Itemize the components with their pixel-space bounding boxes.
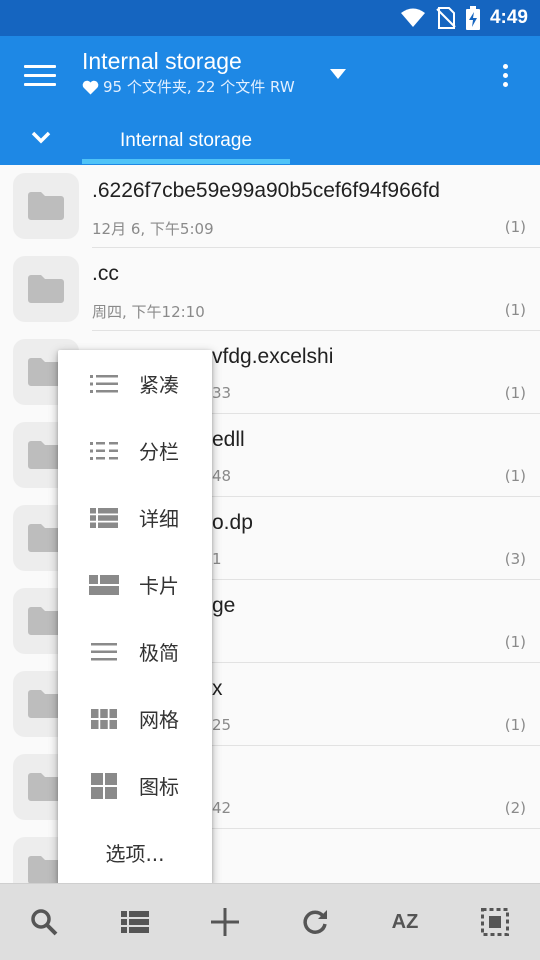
bottom-toolbar: AZ	[0, 883, 540, 960]
list-detailed-icon	[121, 911, 149, 933]
file-date: 12月 6, 下午5:09	[92, 220, 214, 238]
file-count: (1)	[504, 301, 526, 319]
file-date: 1	[212, 550, 222, 568]
page-title: Internal storage	[82, 48, 242, 74]
view-mode-button[interactable]	[113, 900, 157, 944]
file-name: vfdg.excelshi	[212, 345, 334, 368]
menu-item-grid[interactable]: 网格	[58, 685, 212, 752]
storage-summary-text: 95 个文件夹, 22 个文件 RW	[103, 78, 295, 96]
file-date: 48	[212, 467, 232, 485]
list-item[interactable]: .6226f7cbe59e99a90b5cef6f94f966fd 12月 6,…	[0, 165, 540, 248]
tab-indicator	[82, 159, 290, 164]
file-date: 周四, 下午12:10	[92, 303, 205, 321]
refresh-button[interactable]	[293, 900, 337, 944]
menu-item-detailed[interactable]: 详细	[58, 484, 212, 551]
file-count: (1)	[504, 218, 526, 236]
file-count: (3)	[504, 550, 526, 568]
menu-item-label: 图标	[139, 775, 179, 799]
more-options-button[interactable]	[490, 58, 520, 92]
list-detailed-icon	[89, 506, 119, 530]
view-mode-menu: 紧凑 分栏 详细 卡片 极简 网格 图标 选项...	[58, 350, 212, 885]
menu-item-label: 网格	[139, 708, 179, 732]
search-icon	[31, 909, 58, 936]
file-count: (1)	[504, 716, 526, 734]
storage-summary: 95 个文件夹, 22 个文件 RW	[82, 76, 295, 98]
folder-tile	[13, 173, 79, 239]
menu-item-cards[interactable]: 卡片	[58, 551, 212, 618]
refresh-icon	[303, 910, 327, 934]
wifi-icon	[400, 8, 425, 27]
expand-tabs-button[interactable]	[24, 124, 58, 152]
file-count: (2)	[504, 799, 526, 817]
file-name: ge	[212, 594, 236, 617]
dot	[502, 81, 508, 87]
menu-item-icons[interactable]: 图标	[58, 752, 212, 819]
dot	[502, 72, 508, 78]
file-name: x	[212, 677, 223, 700]
file-date: 25	[212, 716, 232, 734]
triangle-down-icon	[330, 69, 346, 79]
hamburger-line	[24, 82, 56, 86]
sort-button[interactable]: AZ	[383, 900, 427, 944]
list-compact-icon	[89, 372, 119, 396]
file-date: 42	[212, 799, 232, 817]
file-count: (1)	[504, 384, 526, 402]
file-date: 33	[212, 384, 232, 402]
search-button[interactable]	[22, 900, 66, 944]
plus-icon	[211, 908, 239, 936]
list-columns-icon	[89, 439, 119, 463]
file-name: o.dp	[212, 511, 253, 534]
folder-tile	[13, 256, 79, 322]
tab-internal-storage[interactable]: Internal storage	[82, 116, 290, 165]
heart-icon	[82, 80, 99, 94]
file-name: .cc	[92, 262, 119, 285]
menu-item-label: 详细	[139, 507, 179, 531]
menu-item-options[interactable]: 选项...	[58, 819, 212, 885]
add-button[interactable]	[203, 900, 247, 944]
icons-view-icon	[89, 772, 119, 799]
app-bar: Internal storage 95 个文件夹, 22 个文件 RW Inte…	[0, 36, 540, 165]
menu-item-minimal[interactable]: 极简	[58, 618, 212, 685]
folder-icon	[28, 275, 64, 303]
hamburger-menu-button[interactable]	[18, 56, 62, 94]
location-dropdown-button[interactable]	[326, 64, 350, 84]
file-count: (1)	[504, 633, 526, 651]
chevron-down-icon	[31, 131, 51, 144]
dot	[502, 63, 508, 69]
hamburger-line	[24, 73, 56, 77]
menu-item-compact[interactable]: 紧凑	[58, 350, 212, 417]
status-bar: 4:49	[0, 0, 540, 36]
menu-item-label: 极简	[139, 641, 179, 665]
menu-item-label: 紧凑	[139, 373, 179, 397]
menu-item-columns[interactable]: 分栏	[58, 417, 212, 484]
file-name: .6226f7cbe59e99a90b5cef6f94f966fd	[92, 179, 440, 202]
minimal-icon	[89, 640, 119, 664]
menu-item-label: 分栏	[139, 440, 179, 464]
select-all-button[interactable]	[473, 900, 517, 944]
folder-icon	[28, 192, 64, 220]
status-time: 4:49	[489, 7, 528, 28]
select-all-icon	[481, 908, 509, 936]
grid-icon	[89, 707, 119, 731]
file-count: (1)	[504, 467, 526, 485]
sort-label: AZ	[391, 910, 419, 933]
cards-icon	[89, 573, 119, 597]
title-block[interactable]: Internal storage 95 个文件夹, 22 个文件 RW	[82, 46, 295, 98]
menu-item-label: 卡片	[139, 574, 179, 598]
file-name: edll	[212, 428, 245, 451]
list-item[interactable]: .cc 周四, 下午12:10 (1)	[0, 248, 540, 331]
battery-charging-icon	[465, 6, 480, 30]
hamburger-line	[24, 64, 56, 68]
no-sim-icon	[436, 7, 456, 29]
